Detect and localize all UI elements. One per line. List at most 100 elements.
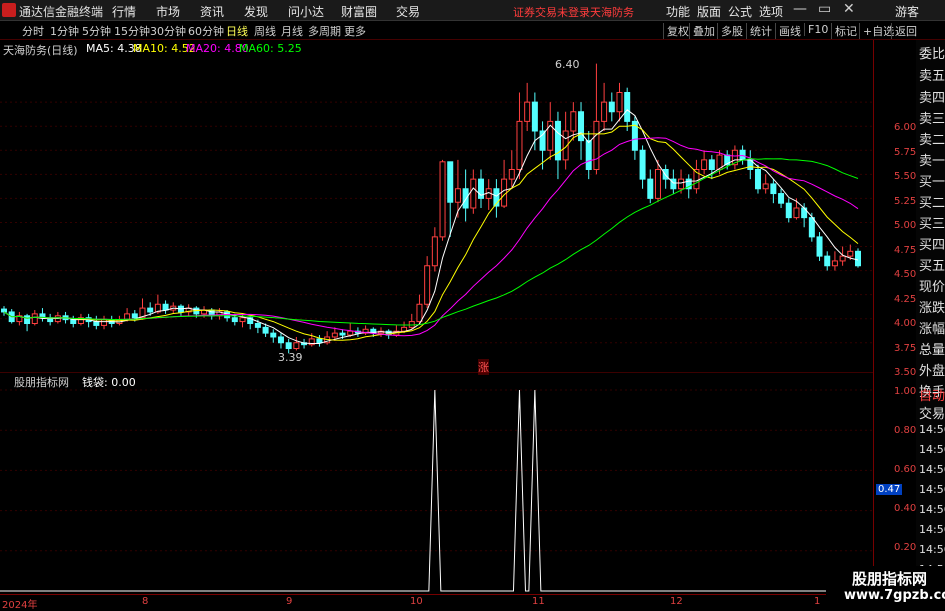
tab-60min[interactable]: 60分钟 — [188, 23, 224, 39]
candle-body — [808, 217, 815, 238]
auto-trade-link[interactable]: 自动 — [919, 385, 945, 404]
menu-item-hangqing[interactable]: 行情 — [112, 3, 136, 20]
watermark-title: 股朋指标网 — [852, 570, 928, 588]
candle-body — [470, 178, 477, 209]
side-label: 买五 — [919, 259, 945, 274]
ma20-line — [3, 137, 859, 337]
tab-monthly[interactable]: 月线 — [281, 23, 303, 39]
price-axis: 6.00 5.75 5.50 5.25 5.00 4.75 4.50 4.25 … — [873, 40, 916, 594]
side-label: 委比 — [919, 47, 945, 62]
ytick: 5.75 — [894, 147, 917, 158]
candle-body — [831, 260, 838, 267]
tab-15min[interactable]: 15分钟 — [114, 23, 150, 39]
tab-1min[interactable]: 1分钟 — [50, 23, 79, 39]
side-label: 总量 — [919, 343, 945, 358]
tab-more[interactable]: 更多 — [344, 23, 366, 39]
ytick: 3.75 — [894, 343, 917, 354]
candle-body — [578, 111, 585, 142]
tick-time: 14:56 — [919, 483, 945, 496]
ytick-sub: 1.00 — [894, 386, 917, 397]
login-warning[interactable]: 证券交易未登录 — [513, 4, 590, 20]
menu-item-zixun[interactable]: 资讯 — [200, 3, 224, 20]
button-duogu[interactable]: 多股 — [717, 23, 743, 39]
candle-body — [416, 303, 423, 323]
candle-body — [316, 338, 323, 344]
watermark-url: www.7gpzb.com — [844, 588, 945, 603]
candle-body — [654, 169, 661, 199]
candle-body — [424, 265, 431, 305]
main-kline-chart[interactable]: 天海防务(日线) MA5: 4.38 MA10: 4.52 MA20: 4.80… — [0, 40, 873, 375]
tick-time: 14:56 — [919, 423, 945, 436]
button-add-watchlist[interactable]: +自选 — [859, 23, 894, 39]
candle-body — [231, 317, 238, 323]
candle-body — [585, 140, 592, 170]
ma5-line — [3, 109, 859, 344]
candle-body — [254, 323, 261, 328]
candle-body — [1, 308, 7, 313]
tab-daily[interactable]: 日线 — [226, 23, 248, 39]
ytick: 4.00 — [894, 318, 917, 329]
candle-body — [839, 255, 846, 262]
menu-item-gongshi[interactable]: 公式 — [728, 3, 752, 20]
ytick: 4.50 — [894, 269, 917, 280]
tab-weekly[interactable]: 周线 — [254, 23, 276, 39]
candle-body — [447, 161, 454, 203]
menu-item-wenxiaoda[interactable]: 问小达 — [288, 3, 324, 20]
menu-item-xuanxiang[interactable]: 选项 — [759, 3, 783, 20]
tab-5min[interactable]: 5分钟 — [82, 23, 111, 39]
button-back[interactable]: 返回 — [891, 23, 917, 39]
ytick-sub: 0.40 — [894, 503, 917, 514]
stock-chart-label: 天海防务(日线) — [3, 44, 78, 57]
candle-body — [501, 178, 508, 207]
menu-item-jiaoyi[interactable]: 交易 — [396, 3, 420, 20]
side-label: 外盘 — [919, 364, 945, 379]
tick-time: 14:56 — [919, 523, 945, 536]
button-diejia[interactable]: 叠加 — [689, 23, 715, 39]
quote-side-panel: 委比 卖五 卖四 卖三 卖二 卖一 买一 买二 买三 买四 买五 现价 涨跌 涨… — [916, 40, 945, 594]
ytick: 5.50 — [894, 171, 917, 182]
candle-body — [785, 202, 792, 219]
candle-body — [101, 319, 108, 326]
side-label: 卖二 — [919, 133, 945, 148]
candle-body — [31, 313, 38, 324]
indicator-chart[interactable]: 股朋指标网 钱袋: 0.00 — [0, 371, 873, 594]
button-huaxian[interactable]: 画线 — [775, 23, 801, 39]
menu-item-shichang[interactable]: 市场 — [156, 3, 180, 20]
candle-body — [131, 313, 138, 319]
candle-body — [593, 120, 600, 170]
menu-item-banmian[interactable]: 版面 — [697, 3, 721, 20]
side-label: 卖一 — [919, 154, 945, 169]
button-tongji[interactable]: 统计 — [746, 23, 772, 39]
candle-body — [608, 101, 615, 113]
candle-body — [678, 178, 685, 190]
button-f10[interactable]: F10 — [804, 23, 828, 36]
candle-body — [539, 130, 546, 151]
candle-body — [793, 207, 800, 219]
menu-item-gongneng[interactable]: 功能 — [666, 3, 690, 20]
candle-body — [347, 330, 354, 336]
candle-body — [285, 342, 292, 350]
tab-30min[interactable]: 30分钟 — [150, 23, 186, 39]
close-button[interactable]: ✕ — [843, 1, 855, 17]
button-biaoji[interactable]: 标记 — [831, 23, 857, 39]
menu-item-caifuquan[interactable]: 财富圈 — [341, 3, 377, 20]
date-tick: 9 — [286, 596, 293, 607]
side-label[interactable]: 交易 — [919, 403, 945, 422]
tab-multi-period[interactable]: 多周期 — [308, 23, 341, 39]
restore-button[interactable]: ▭ — [818, 1, 831, 17]
candle-body — [762, 183, 769, 190]
tick-time: 14:56 — [919, 443, 945, 456]
button-fuquan[interactable]: 复权 — [663, 23, 689, 39]
ytick-sub: 0.60 — [894, 464, 917, 475]
tick-time: 14:56 — [919, 503, 945, 516]
date-tick: 10 — [410, 596, 423, 607]
candle-body — [824, 255, 831, 267]
side-label: 现价 — [919, 280, 945, 295]
user-label[interactable]: 游客 — [895, 3, 919, 20]
candle-body — [24, 315, 31, 324]
candle-body — [778, 193, 785, 204]
tab-fenshi[interactable]: 分时 — [22, 23, 44, 39]
candle-body — [624, 92, 631, 122]
minimize-button[interactable]: — — [793, 1, 807, 17]
menu-item-faxian[interactable]: 发现 — [244, 3, 268, 20]
